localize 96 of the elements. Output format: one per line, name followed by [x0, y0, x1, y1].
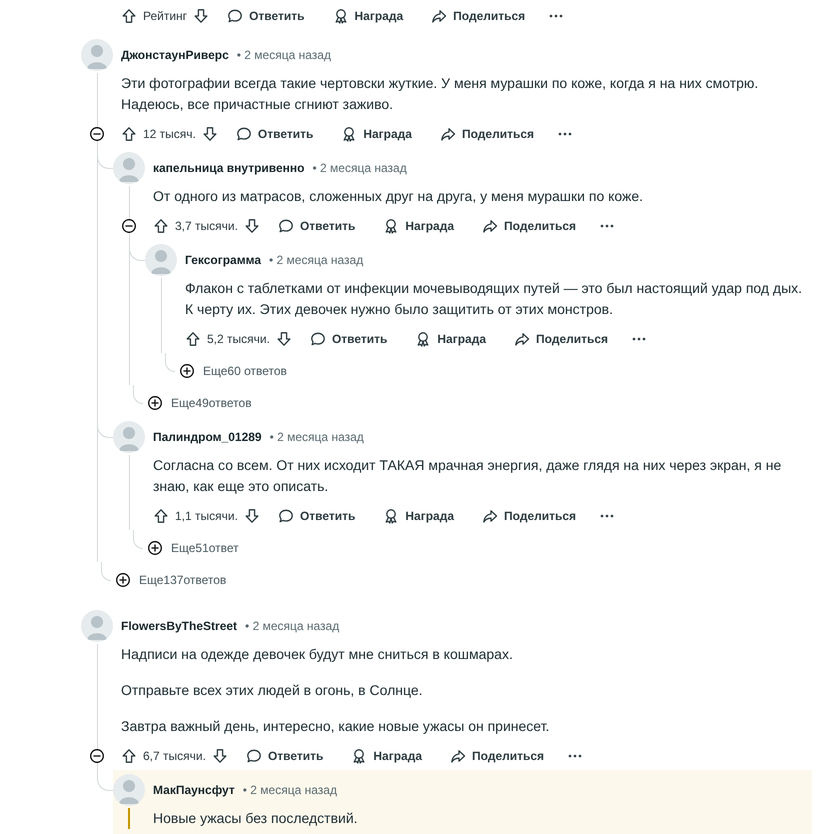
more-icon[interactable] [600, 224, 614, 228]
comment-time: • 2 месяца назад [242, 783, 337, 797]
reply-button[interactable]: Ответить [238, 744, 332, 768]
thread-connector [132, 385, 142, 404]
author-name[interactable]: капельница внутривенно [153, 161, 305, 175]
plus-circle-icon [147, 395, 163, 411]
downvote-icon[interactable] [244, 218, 260, 234]
award-button[interactable]: Награда [324, 4, 412, 28]
plus-circle-icon [115, 572, 131, 588]
thread-connector [132, 530, 142, 549]
upvote-icon[interactable] [185, 331, 201, 347]
comment-time: • 2 месяца назад [312, 161, 407, 175]
downvote-icon[interactable] [212, 748, 228, 764]
share-button[interactable]: Поделиться [474, 504, 584, 528]
author-name[interactable]: FlowersByTheStreet [121, 619, 238, 633]
share-icon [514, 331, 530, 347]
award-button[interactable]: Награда [333, 122, 420, 146]
more-icon[interactable] [549, 14, 564, 18]
more-replies-button[interactable]: Еще49ответов [147, 389, 252, 411]
comment-time: • 2 месяца назад [269, 253, 364, 267]
speech-bubble-icon [246, 748, 262, 764]
author-name[interactable]: ДжонстаунРиверс [121, 48, 229, 62]
comment-text: От одного из матрасов, сложенных друг на друга, у меня мурашки по коже. [153, 187, 644, 206]
comment-text: Отправьте всех этих людей в огонь, в Солнце. [121, 681, 424, 700]
speech-bubble-icon [236, 126, 252, 142]
downvote-icon[interactable] [202, 126, 218, 142]
comment-time: • 2 месяца назад [236, 48, 331, 62]
share-icon [431, 8, 448, 24]
comment-text: Флакон с таблетками от инфекции мочевыводящих путей — это был настоящий удар под дых. К черту их. Этих девочек нужно было защитить от этих монстров. [185, 279, 804, 319]
plus-circle-icon [147, 540, 163, 556]
more-icon[interactable] [568, 754, 582, 758]
comment-text: Согласна со всем. От них исходит ТАКАЯ мрачная энергия, даже глядя на них через экран, я не знаю, как еще это описать. [153, 456, 782, 496]
upvote-icon[interactable] [153, 508, 169, 524]
comment-text: Надписи на одежде девочек будут мне сниться в кошмарах. [121, 645, 514, 664]
award-icon [351, 748, 368, 764]
share-button[interactable]: Поделиться [506, 327, 616, 351]
award-icon [415, 331, 432, 347]
upvote-icon[interactable] [153, 218, 169, 234]
comment-text: Завтра важный день, интересно, какие новые ужасы он принесет. [121, 717, 550, 736]
plus-circle-icon [179, 363, 195, 379]
comment-text: Новые ужасы без последствий. [153, 809, 359, 828]
downvote-icon[interactable] [244, 508, 260, 524]
award-button[interactable]: Награда [375, 504, 462, 528]
share-icon [440, 126, 456, 142]
reply-button[interactable]: Ответить [302, 327, 396, 351]
upvote-icon[interactable] [121, 126, 137, 142]
speech-bubble-icon [310, 331, 326, 347]
award-icon [341, 126, 358, 142]
award-icon [383, 218, 400, 234]
award-button[interactable]: Награда [343, 744, 430, 768]
author-name[interactable]: Палиндром_01289 [153, 430, 262, 444]
more-replies-button[interactable]: Еще60 ответов [179, 357, 287, 379]
share-icon [482, 218, 498, 234]
downvote-icon[interactable] [276, 331, 292, 347]
share-button[interactable]: Поделиться [474, 214, 584, 238]
author-name[interactable]: Гексограмма [185, 253, 261, 267]
reply-button[interactable]: Ответить [270, 214, 364, 238]
comment-time: • 2 месяца назад [245, 619, 340, 633]
collapse-icon[interactable] [121, 218, 137, 234]
reply-button[interactable]: Ответить [270, 504, 364, 528]
speech-bubble-icon [278, 508, 294, 524]
vote-count: 6,7 тысячи. [143, 749, 206, 763]
thread-connector [96, 770, 112, 791]
downvote-icon[interactable] [193, 8, 210, 24]
reply-button[interactable]: Ответить [219, 4, 313, 28]
more-icon[interactable] [632, 337, 646, 341]
share-button[interactable]: Поделиться [423, 4, 534, 28]
award-button[interactable]: Награда [375, 214, 462, 238]
more-replies-button[interactable]: Еще137ответов [115, 566, 226, 588]
vote-count: 5,2 тысячи. [207, 332, 270, 346]
thread-connector [164, 353, 174, 372]
more-icon[interactable] [558, 132, 572, 136]
author-name[interactable]: МакПаунсфут [153, 783, 235, 797]
collapse-icon[interactable] [89, 126, 105, 142]
speech-bubble-icon [227, 8, 244, 24]
share-icon [482, 508, 498, 524]
share-icon [450, 748, 466, 764]
share-button[interactable]: Поделиться [432, 122, 542, 146]
speech-bubble-icon [278, 218, 294, 234]
upvote-icon[interactable] [121, 748, 137, 764]
share-button[interactable]: Поделиться [442, 744, 552, 768]
vote-count: Рейтинг [143, 9, 188, 23]
award-icon [383, 508, 400, 524]
comment-text: Эти фотографии всегда такие чертовски жуткие. У меня мурашки по коже, когда я на них смотрю. Надеюсь, все причастные сгниют заживо. [121, 74, 760, 114]
more-replies-button[interactable]: Еще51ответ [147, 534, 239, 556]
vote-count: 3,7 тысячи. [175, 219, 238, 233]
upvote-icon[interactable] [121, 8, 137, 24]
more-icon[interactable] [600, 514, 614, 518]
thread-connector [100, 562, 110, 581]
vote-count: 1,1 тысячи. [175, 509, 238, 523]
reply-button[interactable]: Ответить [228, 122, 322, 146]
vote-count: 12 тысяч. [143, 127, 196, 141]
award-button[interactable]: Награда [407, 327, 494, 351]
award-icon [332, 8, 349, 24]
collapse-icon[interactable] [89, 748, 105, 764]
comment-time: • 2 месяца назад [270, 430, 364, 444]
